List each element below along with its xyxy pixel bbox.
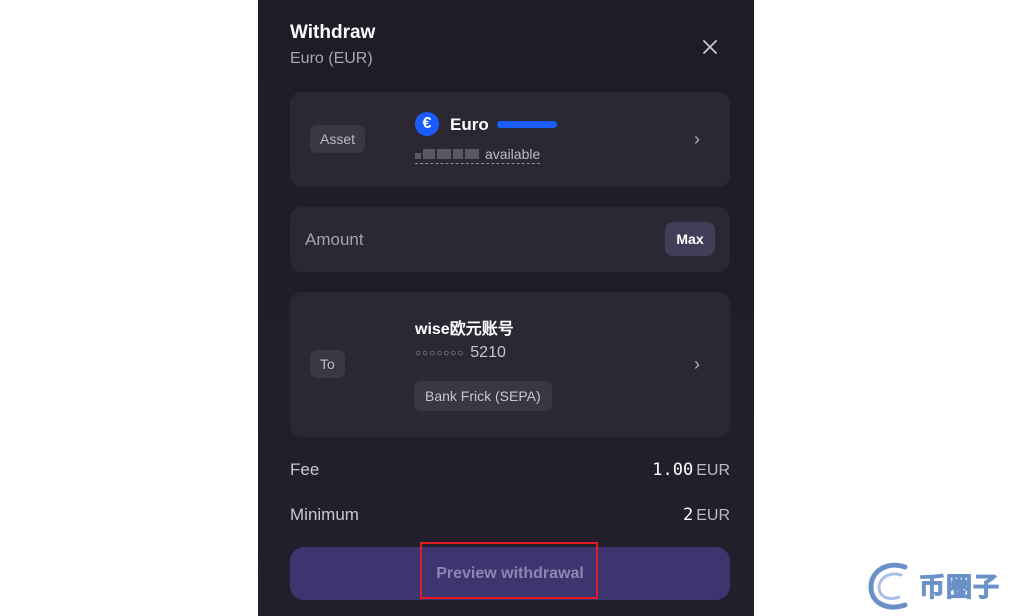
close-icon — [703, 40, 717, 54]
fee-value: 1.00 EUR — [652, 460, 730, 480]
account-name: wise欧元账号 — [415, 321, 514, 338]
amount-input-placeholder[interactable]: Amount — [305, 230, 364, 250]
redacted-balance — [415, 149, 479, 159]
fee-currency: EUR — [696, 462, 730, 479]
amount-field[interactable]: Amount Max — [290, 207, 730, 272]
asset-chip: Asset — [310, 125, 366, 153]
asset-name: Euro — [450, 115, 489, 134]
watermark: 币圈子 — [865, 556, 1015, 614]
close-button[interactable] — [698, 35, 722, 59]
account-last4: 5210 — [470, 344, 506, 361]
max-button[interactable]: Max — [665, 222, 715, 256]
available-label: available — [485, 146, 541, 162]
bank-badge: Bank Frick (SEPA) — [414, 381, 552, 411]
withdraw-modal: Withdraw Euro (EUR) Asset € Euro availab… — [258, 0, 754, 616]
minimum-currency: EUR — [696, 507, 730, 524]
preview-withdrawal-button[interactable]: Preview withdrawal — [290, 547, 730, 600]
account-number: ○○○○○○○ 5210 — [415, 344, 506, 362]
fee-amount: 1.00 — [652, 460, 694, 480]
available-balance: available — [415, 146, 541, 164]
account-mask: ○○○○○○○ — [415, 347, 465, 359]
modal-subtitle: Euro (EUR) — [290, 50, 373, 67]
minimum-value: 2 EUR — [683, 505, 730, 525]
minimum-amount: 2 — [682, 505, 694, 525]
modal-title: Withdraw — [290, 22, 376, 43]
minimum-label: Minimum — [290, 505, 359, 524]
destination-selector[interactable]: To wise欧元账号 ○○○○○○○ 5210 Bank Frick (SEP… — [290, 292, 730, 437]
to-chip: To — [310, 350, 345, 378]
watermark-logo-icon — [868, 562, 908, 610]
fee-label: Fee — [290, 460, 320, 479]
asset-selector[interactable]: Asset € Euro available › — [290, 92, 730, 187]
chevron-right-icon: › — [694, 354, 700, 374]
chevron-right-icon: › — [694, 129, 700, 149]
asset-badge-bar — [497, 121, 557, 128]
watermark-text: 币圈子 — [918, 571, 1001, 602]
euro-icon: € — [415, 112, 439, 136]
